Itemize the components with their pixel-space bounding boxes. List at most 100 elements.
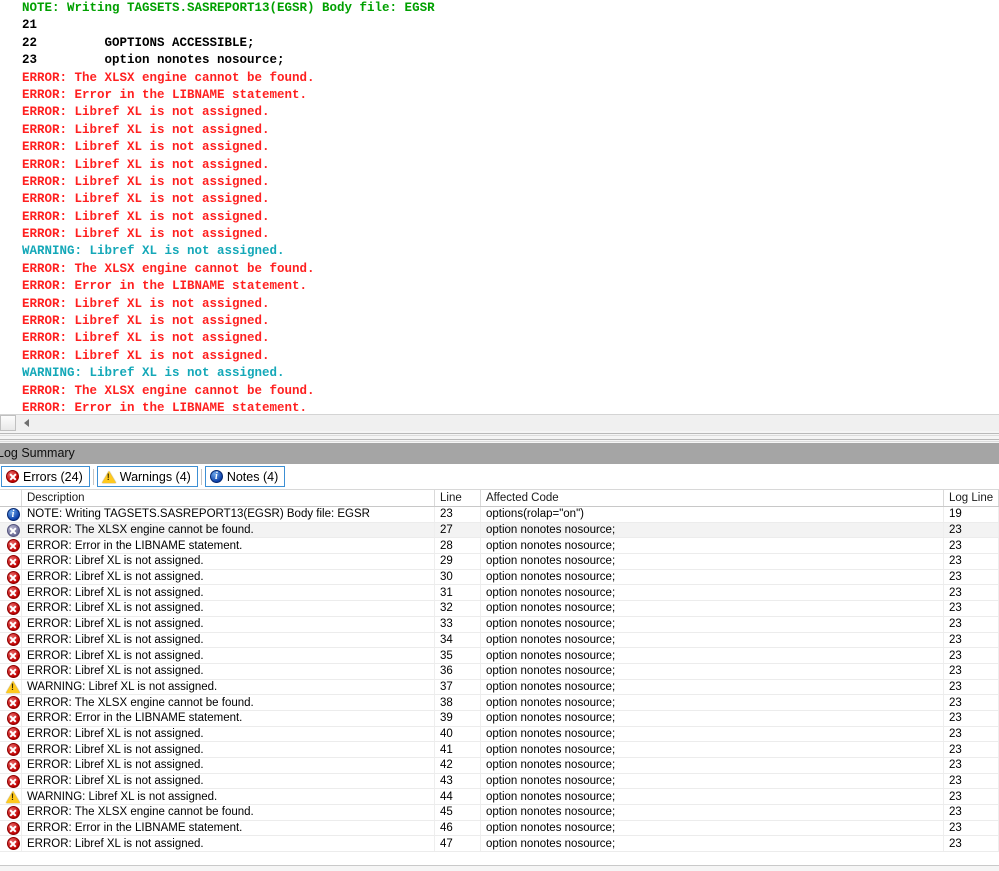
log-summary-title-bar: Log Summary [0,443,999,464]
cell-log-line: 23 [944,695,999,710]
cell-log-line: 23 [944,805,999,820]
cell-line: 38 [435,695,481,710]
row-severity-cell [0,570,22,585]
log-line-src: 22 GOPTIONS ACCESSIBLE; [0,35,999,52]
table-row[interactable]: ERROR: Libref XL is not assigned.31optio… [0,585,999,601]
column-header-line[interactable]: Line [435,490,481,506]
cell-log-line: 23 [944,711,999,726]
cell-line: 35 [435,648,481,663]
cell-affected-code: option nonotes nosource; [481,821,944,836]
row-severity-cell [0,774,22,789]
cell-description: ERROR: Libref XL is not assigned. [22,648,435,663]
error-icon [7,524,20,537]
cell-line: 40 [435,727,481,742]
cell-description: ERROR: Libref XL is not assigned. [22,836,435,851]
error-icon [7,696,20,709]
filter-errors-button[interactable]: Errors (24) [1,466,90,487]
table-row[interactable]: ERROR: Error in the LIBNAME statement.46… [0,821,999,837]
table-row[interactable]: ERROR: Libref XL is not assigned.34optio… [0,633,999,649]
cell-log-line: 23 [944,538,999,553]
log-line-err: ERROR: Libref XL is not assigned. [0,296,999,313]
table-row[interactable]: WARNING: Libref XL is not assigned.44opt… [0,789,999,805]
error-icon [7,539,20,552]
table-row[interactable]: ERROR: Libref XL is not assigned.40optio… [0,727,999,743]
grid-header-row: Description Line Affected Code Log Line [0,490,999,507]
pane-splitter[interactable] [0,431,999,443]
error-icon [7,775,20,788]
table-row[interactable]: ERROR: Libref XL is not assigned.29optio… [0,554,999,570]
cell-log-line: 23 [944,633,999,648]
table-row[interactable]: ERROR: Libref XL is not assigned.41optio… [0,742,999,758]
chevron-left-icon[interactable] [24,419,29,427]
cell-line: 43 [435,774,481,789]
log-horizontal-scrollbar[interactable] [0,414,999,431]
cell-line: 30 [435,570,481,585]
cell-line: 31 [435,585,481,600]
cell-log-line: 23 [944,836,999,851]
log-line-src: 23 option nonotes nosource; [0,52,999,69]
cell-log-line: 19 [944,507,999,522]
cell-log-line: 23 [944,648,999,663]
row-severity-cell [0,695,22,710]
log-line-err: ERROR: Error in the LIBNAME statement. [0,278,999,295]
cell-line: 33 [435,617,481,632]
cell-line: 32 [435,601,481,616]
error-icon [7,665,20,678]
filter-notes-button[interactable]: Notes (4) [205,466,285,487]
table-row[interactable]: ERROR: Libref XL is not assigned.43optio… [0,774,999,790]
cell-affected-code: option nonotes nosource; [481,617,944,632]
cell-log-line: 23 [944,601,999,616]
error-icon [7,759,20,772]
column-header-description[interactable]: Description [22,490,435,506]
table-row[interactable]: ERROR: Libref XL is not assigned.47optio… [0,836,999,852]
table-row[interactable]: ERROR: Libref XL is not assigned.33optio… [0,617,999,633]
table-row[interactable]: ERROR: Libref XL is not assigned.36optio… [0,664,999,680]
column-header-affected-code[interactable]: Affected Code [481,490,944,506]
table-row[interactable]: ERROR: Libref XL is not assigned.35optio… [0,648,999,664]
cell-log-line: 23 [944,554,999,569]
cell-line: 27 [435,523,481,538]
toolbar-separator [201,469,202,485]
cell-line: 36 [435,664,481,679]
log-summary-panel: Log Summary Errors (24) Warnings (4) Not… [0,443,999,871]
log-summary-toolbar: Errors (24) Warnings (4) Notes (4) [0,464,999,489]
cell-log-line: 23 [944,789,999,804]
cell-line: 46 [435,821,481,836]
cell-affected-code: options(rolap="on") [481,507,944,522]
table-row[interactable]: WARNING: Libref XL is not assigned.37opt… [0,680,999,696]
table-row[interactable]: ERROR: Libref XL is not assigned.30optio… [0,570,999,586]
table-row[interactable]: ERROR: Libref XL is not assigned.32optio… [0,601,999,617]
cell-line: 29 [435,554,481,569]
table-row[interactable]: ERROR: The XLSX engine cannot be found.2… [0,523,999,539]
error-icon [7,806,20,819]
cell-log-line: 23 [944,617,999,632]
column-header-log-line[interactable]: Log Line [944,490,999,506]
table-row[interactable]: ERROR: The XLSX engine cannot be found.3… [0,695,999,711]
error-icon [7,633,20,646]
table-row[interactable]: ERROR: Libref XL is not assigned.42optio… [0,758,999,774]
scroll-thumb[interactable] [0,415,16,431]
log-summary-grid[interactable]: Description Line Affected Code Log Line … [0,489,999,871]
cell-affected-code: option nonotes nosource; [481,633,944,648]
column-header-icon[interactable] [0,490,22,506]
cell-line: 41 [435,742,481,757]
row-severity-cell [0,648,22,663]
table-row[interactable]: ERROR: The XLSX engine cannot be found.4… [0,805,999,821]
cell-line: 28 [435,538,481,553]
error-icon [7,649,20,662]
filter-warnings-button[interactable]: Warnings (4) [97,466,198,487]
cell-description: NOTE: Writing TAGSETS.SASREPORT13(EGSR) … [22,507,435,522]
error-icon [6,470,19,483]
cell-affected-code: option nonotes nosource; [481,742,944,757]
table-row[interactable]: ERROR: Error in the LIBNAME statement.39… [0,711,999,727]
row-severity-cell [0,507,22,522]
grid-bottom-scrollbar[interactable] [0,865,999,871]
log-line-err: ERROR: Libref XL is not assigned. [0,139,999,156]
log-text-pane[interactable]: NOTE: Writing TAGSETS.SASREPORT13(EGSR) … [0,0,999,414]
table-row[interactable]: NOTE: Writing TAGSETS.SASREPORT13(EGSR) … [0,507,999,523]
cell-description: ERROR: The XLSX engine cannot be found. [22,523,435,538]
table-row[interactable]: ERROR: Error in the LIBNAME statement.28… [0,538,999,554]
splitter-line [0,433,999,434]
cell-description: ERROR: Libref XL is not assigned. [22,727,435,742]
log-line-err: ERROR: Error in the LIBNAME statement. [0,87,999,104]
